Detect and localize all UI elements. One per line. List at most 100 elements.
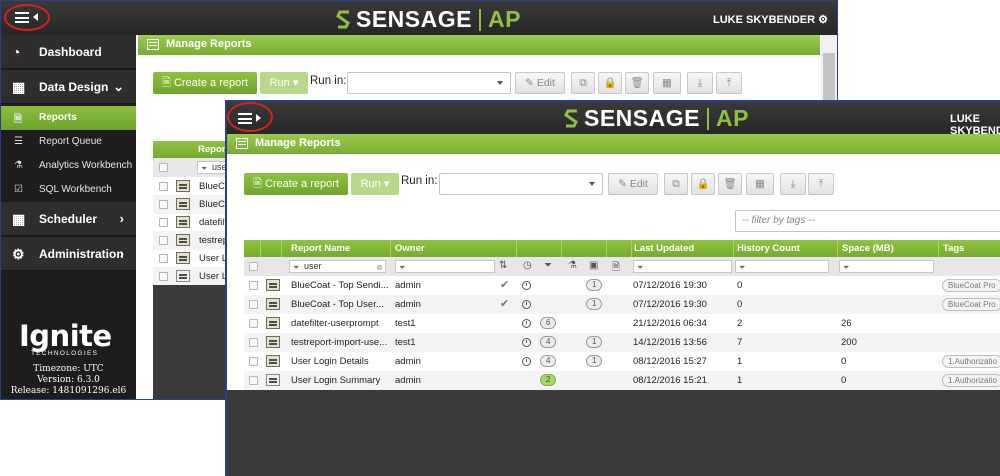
gear-icon[interactable]: ⚙ [818, 14, 828, 26]
sensage-logo-icon [336, 10, 350, 28]
copy-button[interactable]: ⧉ [571, 72, 595, 94]
space-filter-input[interactable]: ⏷ [839, 260, 934, 273]
delete-button[interactable]: 🗑 [625, 72, 649, 94]
row-checkbox[interactable] [159, 254, 168, 263]
row-checkbox[interactable] [249, 357, 258, 366]
clock-filter-icon[interactable]: ◷ [523, 260, 532, 271]
report-name[interactable]: datefilter-userprompt [291, 318, 379, 329]
create-report-button[interactable]: 🗎 Create a report [153, 72, 257, 94]
column-header-report-name[interactable]: Report Name [282, 240, 391, 257]
table-row[interactable]: BlueCoat - Top User... admin ✔ 1 07/12/2016 … [244, 295, 1000, 314]
column-header-tags[interactable]: Tags [939, 240, 1000, 257]
image-icon[interactable]: ▣ [589, 260, 598, 271]
row-checkbox[interactable] [159, 200, 168, 209]
file-icon[interactable]: 🗎 [612, 260, 620, 277]
column-header-history-count[interactable]: History Count [734, 240, 838, 257]
lock-button[interactable]: 🔒 [691, 173, 715, 195]
row-checkbox[interactable] [249, 281, 258, 290]
report-name[interactable]: BlueCoat - Top User... [291, 299, 384, 310]
run-button[interactable]: Run ▾ [260, 72, 308, 94]
report-name[interactable]: testreport-import-use... [291, 337, 387, 348]
refresh-icon[interactable]: ⇅ [499, 260, 507, 271]
last-updated: 08/12/2016 15:27 [633, 356, 707, 367]
table-row[interactable]: User Lo [153, 267, 233, 286]
schedule-button[interactable]: ▦ [746, 173, 774, 195]
row-checkbox[interactable] [159, 272, 168, 281]
report-name[interactable]: User Login Details [291, 356, 369, 367]
row-checkbox[interactable] [249, 338, 258, 347]
sidebar-item-report-queue[interactable]: ☰ Report Queue [1, 130, 136, 154]
row-checkbox[interactable] [249, 300, 258, 309]
upload-button[interactable]: ⤒ [716, 72, 742, 94]
table-row[interactable]: BlueCo [153, 177, 233, 196]
tag-filter-input[interactable]: -- filter by tags -- [735, 210, 1000, 232]
row-checkbox[interactable] [249, 376, 258, 385]
report-name[interactable]: datefilt [199, 217, 227, 228]
run-in-select[interactable] [347, 72, 511, 94]
table-row[interactable]: User Login Summary admin 2 08/12/2016 15:21… [244, 371, 1000, 390]
table-row[interactable]: User Login Details admin 4 1 08/12/2016 15:2… [244, 352, 1000, 371]
date-filter-input[interactable]: ⏷ [633, 260, 732, 273]
sidebar-item-sql-workbench[interactable]: ☑ SQL Workbench [1, 178, 136, 202]
row-checkbox[interactable] [159, 218, 168, 227]
table-row[interactable]: datefilt [153, 213, 233, 232]
sidebar-item-data-design[interactable]: ▦ Data Design ⌄ [1, 70, 136, 104]
upload-button[interactable]: ⤒ [808, 173, 834, 195]
column-header-owner[interactable]: Owner [391, 240, 517, 257]
sidebar-item-reports[interactable]: 🗎 Reports [1, 106, 136, 130]
clear-icon[interactable]: ⊗ [376, 262, 383, 273]
row-checkbox[interactable] [159, 236, 168, 245]
sidebar-item-dashboard[interactable]: ◔ Dashboard [1, 35, 136, 69]
run-in-select[interactable] [439, 173, 603, 195]
column-header-last-updated[interactable]: Last Updated [632, 240, 734, 257]
history-count: 0 [737, 299, 743, 310]
user-menu[interactable]: LUKE SKYBENDER ⚙ [713, 13, 828, 26]
copy-button[interactable]: ⧉ [664, 173, 688, 195]
run-button[interactable]: Run ▾ [351, 173, 399, 195]
menu-icon[interactable] [15, 12, 29, 23]
column-header-space[interactable]: Space (MB) [838, 240, 939, 257]
owner-name: test1 [395, 337, 416, 348]
funnel-icon[interactable]: ⏷ [544, 260, 552, 271]
sidebar-item-analytics-workbench[interactable]: ⚗ Analytics Workbench [1, 154, 136, 178]
table-row[interactable]: testreport-import-use... test1 4 1 14/12/201… [244, 333, 1000, 352]
sidebar-item-administration[interactable]: ⚙ Administration › [1, 237, 136, 271]
owner-filter-input[interactable]: ⏷ [395, 260, 495, 273]
edit-button[interactable]: ✎ Edit [608, 173, 658, 195]
name-filter-input[interactable]: ⏷ user ⊗ [289, 260, 386, 273]
list-icon: ☰ [14, 136, 23, 147]
row-checkbox[interactable] [159, 182, 168, 191]
timezone-text: Timezone: UTC [33, 364, 104, 374]
create-report-button[interactable]: 🗎 Create a report [244, 173, 348, 195]
download-button[interactable]: ⤓ [780, 173, 806, 195]
tag-badge[interactable]: 1.Authorizatio [942, 355, 1000, 368]
flask-icon[interactable]: ⚗ [568, 260, 577, 271]
row-checkbox[interactable] [249, 319, 258, 328]
schedule-button[interactable]: ▦ [653, 72, 681, 94]
tag-badge[interactable]: 1.Authorizatio [942, 374, 1000, 387]
report-name[interactable]: User Login Summary [291, 375, 380, 386]
select-all-checkbox[interactable] [249, 262, 258, 271]
tag-badge[interactable]: BlueCoat Pro [942, 279, 1000, 292]
table-row[interactable]: datefilter-userprompt test1 6 21/12/2016 06… [244, 314, 1000, 333]
table-header: Report Name Owner Last Updated History C… [244, 240, 1000, 257]
owner-name: admin [395, 356, 421, 367]
history-filter-input[interactable]: ⏷ [735, 260, 829, 273]
table-row[interactable]: testrepo [153, 231, 233, 250]
tag-badge[interactable]: BlueCoat Pro [942, 298, 1000, 311]
calendar-icon: ▦ [12, 211, 26, 227]
table-row[interactable]: BlueCo [153, 195, 233, 214]
download-button[interactable]: ⤓ [687, 72, 713, 94]
report-name[interactable]: BlueCoat - Top Sendi... [291, 280, 389, 291]
expand-arrow-icon[interactable] [256, 114, 261, 122]
sidebar-item-scheduler[interactable]: ▦ Scheduler › [1, 202, 136, 236]
edit-button[interactable]: ✎ Edit [515, 72, 565, 94]
table-row[interactable]: BlueCoat - Top Sendi... admin ✔ 1 07/12/2016… [244, 276, 1000, 295]
select-all-checkbox[interactable] [159, 163, 168, 172]
delete-button[interactable]: 🗑 [718, 173, 742, 195]
report-icon [176, 180, 190, 192]
collapse-arrow-icon[interactable] [33, 13, 38, 21]
menu-icon[interactable] [238, 113, 252, 124]
lock-button[interactable]: 🔒 [598, 72, 622, 94]
table-row[interactable]: User Lo [153, 249, 233, 268]
